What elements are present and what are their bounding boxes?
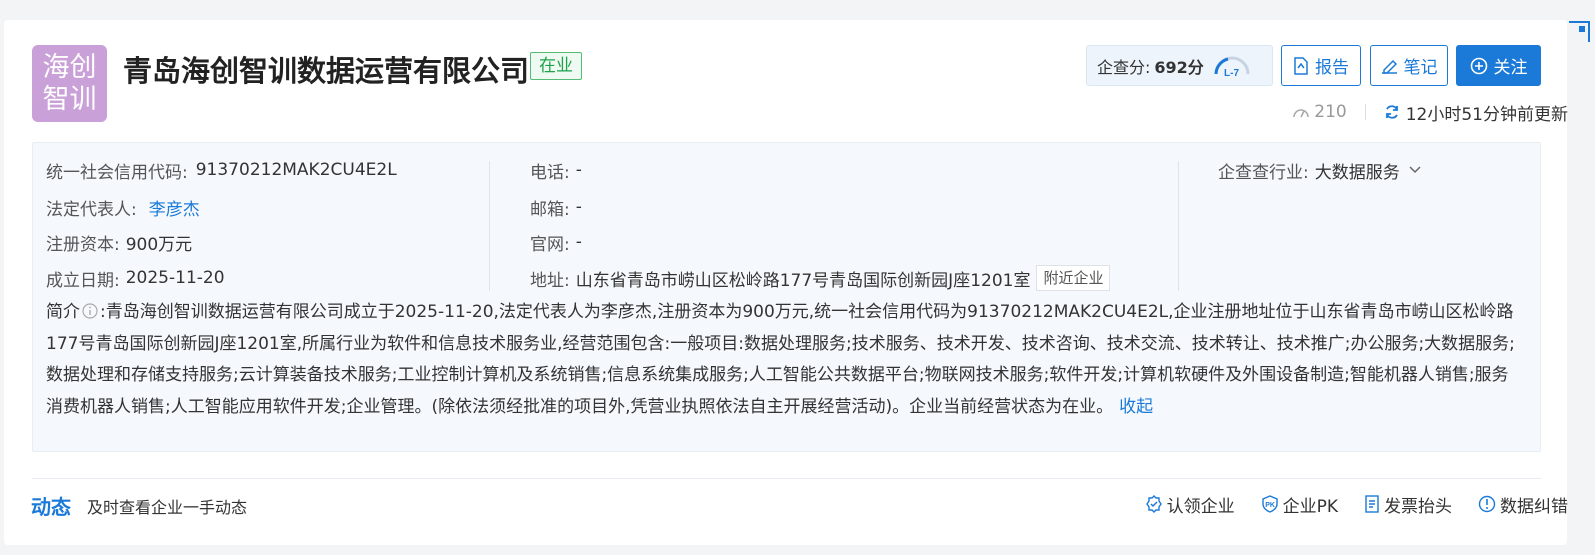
industry-label: 企查查行业: [1218,162,1309,183]
score-box[interactable]: 企查分: 692分 L-7 [1086,45,1273,86]
website-label: 官网: [530,234,570,255]
phone-value: - [575,160,582,180]
chevron-down-icon [1409,166,1421,174]
score-level-icon: L-7 [1214,56,1250,79]
invoice-icon [1365,495,1379,513]
correction-label: 数据纠错 [1500,496,1568,517]
action-bar: 认领企业 PK 企业PK 发票抬头 数据纠错 [1145,490,1568,518]
founded-label: 成立日期: [46,270,120,291]
column-divider [1178,161,1179,291]
field-capital: 注册资本: 900万元 [46,229,192,255]
claim-company-button[interactable]: 认领企业 [1145,492,1235,517]
meta-row: 210 12小时51分钟前更新 [1292,100,1568,125]
refresh-icon [1385,105,1398,119]
report-label: 报告 [1315,58,1349,78]
invoice-label: 发票抬头 [1384,496,1452,517]
legal-rep-label: 法定代表人: [46,199,137,220]
pk-shield-icon: PK [1261,495,1278,513]
qr-corner-icon[interactable] [1565,20,1591,46]
website-value: - [575,232,582,252]
field-address: 地址: 山东省青岛市崂山区松岭路177号青岛国际创新园J座1201室 附近企业 [530,265,1111,291]
legal-rep-link[interactable]: 李彦杰 [149,195,200,220]
info-icon[interactable] [82,303,98,319]
address-value[interactable]: 山东省青岛市崂山区松岭路177号青岛国际创新园J座1201室 [576,266,1031,291]
meta-divider [1364,104,1366,120]
capital-value: 900万元 [125,234,193,255]
svg-text:PK: PK [1265,502,1275,509]
field-credit-code: 统一社会信用代码: 91370212MAK2CU4E2L [46,157,397,183]
field-legal-rep: 法定代表人: 李彦杰 [46,194,200,220]
address-label: 地址: [530,270,570,291]
pencil-icon [1381,59,1397,74]
status-badge: 在业 [530,52,582,80]
score-value: 692分 [1154,57,1204,77]
report-icon [1294,56,1308,75]
nearby-companies-button[interactable]: 附近企业 [1036,265,1111,291]
claim-label: 认领企业 [1166,496,1235,517]
notes-button[interactable]: 笔记 [1370,45,1448,86]
follow-icon [1470,57,1487,74]
refresh-update[interactable]: 12小时51分钟前更新 [1384,100,1568,125]
intro-label: 简介 [46,302,80,322]
company-logo: 海创 智训 [32,45,107,122]
phone-label: 电话: [530,162,570,183]
column-divider [489,161,490,291]
dynamics-subtitle: 及时查看企业一手动态 [87,498,248,517]
views-count: 210 [1292,102,1347,122]
field-phone: 电话: - [530,157,582,183]
report-button[interactable]: 报告 [1281,45,1361,86]
company-intro: 简介:青岛海创智训数据运营有限公司成立于2025-11-20,法定代表人为李彦杰… [46,297,1521,423]
founded-value: 2025-11-20 [125,268,225,288]
email-value: - [575,197,582,217]
views-value: 210 [1314,102,1347,122]
field-founded: 成立日期: 2025-11-20 [46,265,225,291]
logo-text: 海创 智训 [42,51,97,115]
views-icon [1293,109,1310,118]
updated-text: 12小时51分钟前更新 [1405,104,1568,125]
company-name: 青岛海创智训数据运营有限公司 [123,54,530,88]
field-industry[interactable]: 企查查行业: 大数据服务 [1218,157,1422,183]
credit-code-label: 统一社会信用代码: [46,162,188,183]
pk-label: 企业PK [1282,496,1338,517]
follow-label: 关注 [1493,58,1528,78]
verified-badge-icon [1145,495,1162,513]
field-email: 邮箱: - [530,194,582,220]
intro-text: :青岛海创智训数据运营有限公司成立于2025-11-20,法定代表人为李彦杰,注… [46,302,1515,417]
credit-code-value[interactable]: 91370212MAK2CU4E2L [196,160,397,180]
score-level-text: L-7 [1224,68,1239,79]
industry-value: 大数据服务 [1314,162,1400,183]
capital-label: 注册资本: [46,234,120,255]
collapse-link[interactable]: 收起 [1119,397,1153,417]
email-label: 邮箱: [530,199,570,220]
company-pk-button[interactable]: PK 企业PK [1261,492,1338,517]
info-panel: 统一社会信用代码: 91370212MAK2CU4E2L 法定代表人: 李彦杰 … [32,142,1541,452]
notes-label: 笔记 [1403,58,1438,78]
dynamics-title[interactable]: 动态 [31,491,71,520]
data-correction-button[interactable]: 数据纠错 [1478,492,1568,517]
invoice-title-button[interactable]: 发票抬头 [1364,492,1452,517]
follow-button[interactable]: 关注 [1456,45,1541,86]
section-divider [32,478,1541,479]
score-label: 企查分: [1097,57,1151,77]
field-website: 官网: - [530,229,582,255]
correction-icon [1478,495,1496,513]
